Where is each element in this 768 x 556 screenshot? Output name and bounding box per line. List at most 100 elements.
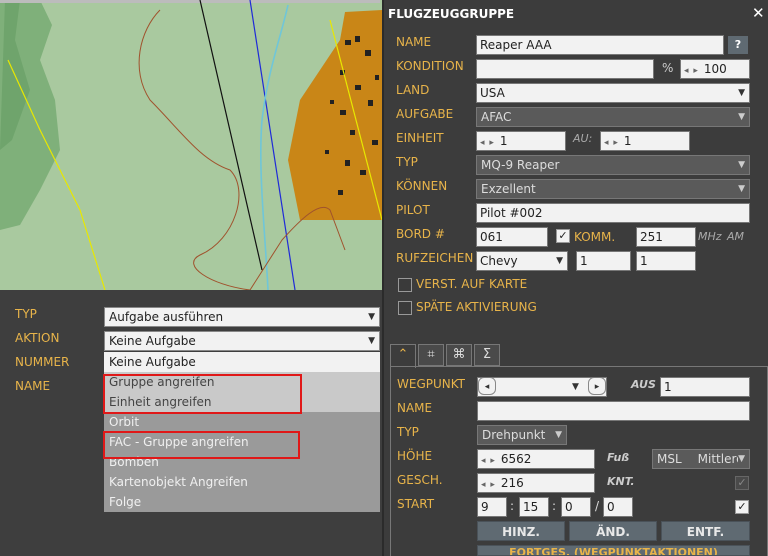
aktion-label: AKTION <box>15 331 60 345</box>
previous-waypoint-icon[interactable]: ◂ <box>478 378 496 395</box>
chevron-down-icon: ▼ <box>555 430 562 440</box>
wp-typ-label: TYP <box>397 425 419 439</box>
aufgabe-label: AUFGABE <box>396 107 454 121</box>
spinner-arrows-icon[interactable]: ◂ ▸ <box>481 456 496 466</box>
tab-summary[interactable]: Σ <box>474 344 500 366</box>
land-label: LAND <box>396 83 430 97</box>
payload-icon: ⌘ <box>452 347 466 362</box>
start-day-input[interactable]: 0 <box>603 497 633 517</box>
aus-input[interactable]: 1 <box>660 377 750 397</box>
typ-label: TYP <box>15 307 37 321</box>
wegpunkt-label: WEGPUNKT <box>397 377 466 391</box>
name-label: NAME <box>15 379 51 393</box>
sigma-icon: Σ <box>482 347 492 362</box>
aufgabe-dropdown[interactable]: AFAC ▼ <box>476 107 750 127</box>
waypoint-selector[interactable]: ◂ ▼ ▸ <box>477 377 607 397</box>
callsign-number-1[interactable]: 1 <box>576 251 631 271</box>
spinner-arrows-icon[interactable]: ◂ ▸ <box>604 138 619 148</box>
group-name-input[interactable]: Reaper AAA <box>476 35 724 55</box>
chevron-down-icon: ▼ <box>368 312 375 322</box>
option-kartenobjekt-angreifen[interactable]: Kartenobjekt Angreifen <box>104 472 380 492</box>
au-spinner[interactable]: ◂ ▸ 1 <box>600 131 690 151</box>
callsign-dropdown[interactable]: Chevy ▼ <box>476 251 568 271</box>
late-activation-checkbox[interactable] <box>398 301 412 315</box>
kondition-label: KONDITION <box>396 59 464 73</box>
koennen-label: KÖNNEN <box>396 179 448 193</box>
start-label: START <box>397 497 435 511</box>
kondition-percent-spinner[interactable]: ◂ ▸ 100 <box>680 59 750 79</box>
map-canvas[interactable] <box>0 0 382 290</box>
delete-waypoint-button[interactable]: ENTF. <box>661 521 750 541</box>
chevron-down-icon: ▼ <box>738 450 745 468</box>
help-button[interactable]: ? <box>728 36 748 54</box>
option-folge[interactable]: Folge <box>104 492 380 512</box>
late-activation-label: SPÄTE AKTIVIERUNG <box>416 300 537 314</box>
typ-dropdown[interactable]: Aufgabe ausführen ▼ <box>104 307 380 327</box>
chevron-down-icon: ▼ <box>738 112 745 122</box>
skill-dropdown[interactable]: Exzellent ▼ <box>476 179 750 199</box>
chevron-down-icon: ▼ <box>572 382 579 392</box>
next-waypoint-icon[interactable]: ▸ <box>588 378 606 395</box>
altitude-spinner[interactable]: ◂ ▸ 6562 <box>477 449 595 469</box>
speed-spinner[interactable]: ◂ ▸ 216 <box>477 473 595 493</box>
percent-label: % <box>662 61 674 75</box>
aktion-dropdown-value: Keine Aufgabe <box>109 334 196 348</box>
au-label: AU: <box>573 132 593 145</box>
close-icon[interactable]: ✕ <box>752 4 765 22</box>
chevron-down-icon: ▼ <box>738 184 745 194</box>
day-separator: / <box>595 499 600 513</box>
callsign-number-2[interactable]: 1 <box>636 251 696 271</box>
map-view[interactable] <box>0 0 382 290</box>
chevron-down-icon: ▼ <box>738 160 745 170</box>
komm-checkbox[interactable]: ✓ <box>556 229 570 243</box>
au-value: 1 <box>623 134 632 148</box>
highlight-box <box>103 431 300 459</box>
spinner-arrows-icon[interactable]: ◂ ▸ <box>481 480 496 490</box>
altitude-value: 6562 <box>500 452 532 466</box>
waypoint-name-input[interactable] <box>477 401 750 421</box>
rufzeichen-label: RUFZEICHEN <box>396 251 474 265</box>
aufgabe-value: AFAC <box>481 110 512 124</box>
spinner-arrows-icon[interactable]: ◂ ▸ <box>684 66 699 76</box>
callsign-value: Chevy <box>480 254 518 268</box>
komm-label: KOMM. <box>574 230 616 244</box>
tab-targets[interactable]: ⌗ <box>418 344 444 366</box>
waypoint-type-value: Drehpunkt <box>482 428 546 442</box>
hidden-on-map-checkbox[interactable] <box>398 278 412 292</box>
start-checkbox[interactable]: ✓ <box>735 500 749 514</box>
start-minute-input[interactable]: 15 <box>519 497 549 517</box>
highlight-box <box>103 374 302 414</box>
typ-dropdown-value: Aufgabe ausführen <box>109 310 224 324</box>
edit-waypoint-button[interactable]: ÄND. <box>569 521 657 541</box>
bord-input[interactable]: 061 <box>476 227 548 247</box>
tab-route[interactable]: ⌃ <box>390 344 416 368</box>
aus-label: AUS <box>631 378 656 391</box>
am-label: AM <box>727 230 745 243</box>
panel-title: FLUGZEUGGRUPPE <box>388 7 515 21</box>
start-hour-input[interactable]: 9 <box>477 497 507 517</box>
spinner-arrows-icon[interactable]: ◂ ▸ <box>480 138 495 148</box>
land-value: USA <box>480 86 505 100</box>
waypoint-type-dropdown[interactable]: Drehpunkt ▼ <box>477 425 567 445</box>
speed-value: 216 <box>500 476 524 490</box>
land-dropdown[interactable]: USA ▼ <box>476 83 750 103</box>
frequency-input[interactable]: 251 <box>636 227 696 247</box>
waypoint-actions-button[interactable]: FORTGES. (WEGPUNKTAKTIONEN) <box>477 545 750 556</box>
aktion-dropdown[interactable]: Keine Aufgabe ▼ <box>104 331 380 351</box>
name-label: NAME <box>396 35 432 49</box>
start-second-input[interactable]: 0 <box>561 497 591 517</box>
target-icon: ⌗ <box>427 347 435 362</box>
option-orbit[interactable]: Orbit <box>104 412 380 432</box>
altitude-reference-dropdown[interactable]: MSL Mittlere ▼ <box>652 449 750 469</box>
chevron-down-icon: ▼ <box>368 336 375 346</box>
hoehe-label: HÖHE <box>397 449 433 463</box>
chevron-down-icon: ▼ <box>738 88 745 98</box>
option-keine-aufgabe[interactable]: Keine Aufgabe <box>104 352 380 372</box>
add-waypoint-button[interactable]: HINZ. <box>477 521 565 541</box>
einheit-spinner[interactable]: ◂ ▸ 1 <box>476 131 566 151</box>
speed-lock-checkbox[interactable]: ✓ <box>735 476 749 490</box>
aircraft-type-dropdown[interactable]: MQ-9 Reaper ▼ <box>476 155 750 175</box>
kondition-input[interactable] <box>476 59 654 79</box>
tab-payload[interactable]: ⌘ <box>446 344 472 366</box>
pilot-input[interactable]: Pilot #002 <box>476 203 750 223</box>
